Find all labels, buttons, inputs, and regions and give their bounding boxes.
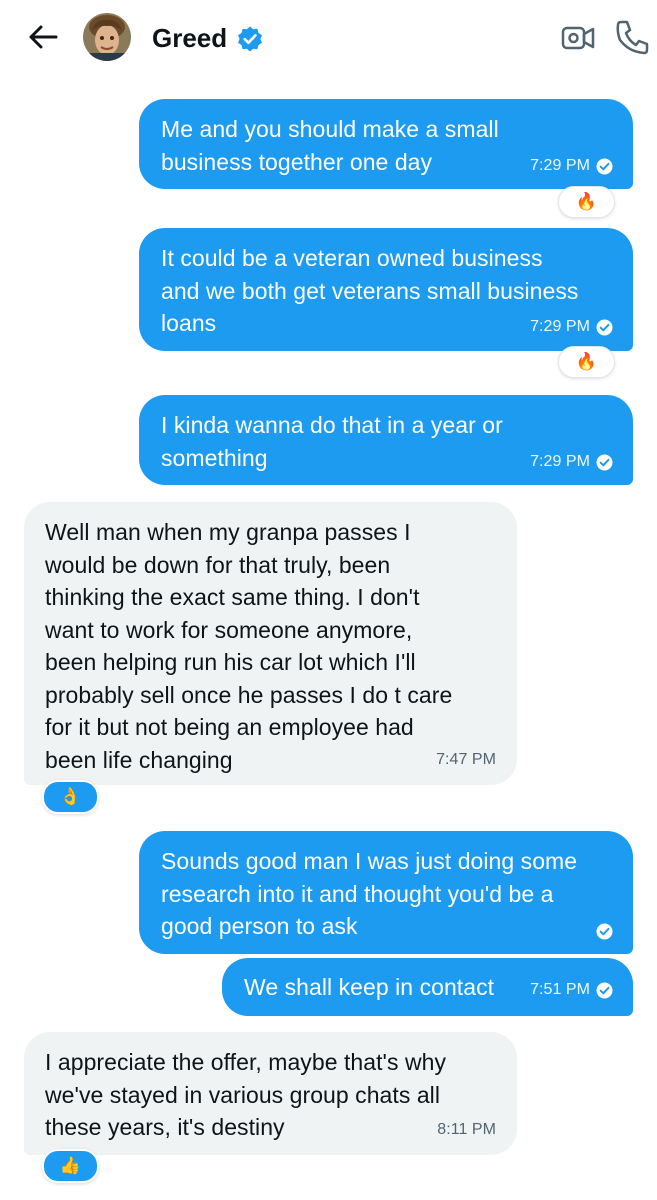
back-button[interactable] bbox=[24, 18, 62, 56]
read-receipt-icon bbox=[596, 454, 613, 470]
message-bubble-incoming[interactable]: Well man when my granpa passes I would b… bbox=[24, 502, 517, 785]
contact-name[interactable]: Greed bbox=[152, 22, 227, 54]
message-text: I appreciate the offer, maybe that's why… bbox=[45, 1049, 447, 1140]
message-timestamp: 8:11 PM bbox=[437, 1121, 496, 1138]
message-bubble-outgoing[interactable]: Sounds good man I was just doing some re… bbox=[139, 831, 633, 954]
avatar[interactable] bbox=[83, 13, 131, 61]
reaction-badge[interactable]: 👌 bbox=[42, 780, 99, 814]
message-bubble-incoming[interactable]: I appreciate the offer, maybe that's why… bbox=[24, 1032, 517, 1155]
read-receipt-icon bbox=[596, 319, 613, 335]
message-timestamp: 7:29 PM bbox=[530, 452, 613, 472]
message-timestamp bbox=[590, 923, 613, 940]
message-bubble-outgoing[interactable]: I kinda wanna do that in a year or somet… bbox=[139, 395, 633, 485]
video-call-button[interactable] bbox=[560, 20, 596, 56]
message-bubble-outgoing[interactable]: It could be a veteran owned business and… bbox=[139, 228, 633, 351]
read-receipt-icon bbox=[596, 982, 613, 998]
video-call-icon bbox=[561, 26, 595, 50]
reaction-badge[interactable]: 👍 bbox=[42, 1149, 99, 1183]
message-text: Sounds good man I was just doing some re… bbox=[161, 848, 578, 939]
message-timestamp: 7:29 PM bbox=[530, 156, 613, 176]
message-bubble-outgoing[interactable]: Me and you should make a small business … bbox=[139, 99, 633, 189]
call-button[interactable] bbox=[614, 18, 650, 56]
message-text: Well man when my granpa passes I would b… bbox=[45, 519, 453, 773]
message-timestamp: 7:51 PM bbox=[530, 980, 613, 1000]
message-timestamp: 7:29 PM bbox=[530, 317, 613, 337]
message-timestamp: 7:47 PM bbox=[436, 751, 496, 768]
verified-badge-icon bbox=[238, 26, 262, 52]
reaction-badge[interactable]: 🔥 bbox=[558, 186, 615, 218]
arrow-left-icon bbox=[29, 25, 58, 49]
read-receipt-icon bbox=[596, 923, 613, 940]
phone-icon bbox=[616, 20, 649, 55]
message-bubble-outgoing[interactable]: We shall keep in contact 7:51 PM bbox=[222, 958, 633, 1016]
conversation-header: Greed bbox=[0, 0, 657, 80]
read-receipt-icon bbox=[596, 158, 613, 174]
reaction-badge[interactable]: 🔥 bbox=[558, 346, 615, 378]
